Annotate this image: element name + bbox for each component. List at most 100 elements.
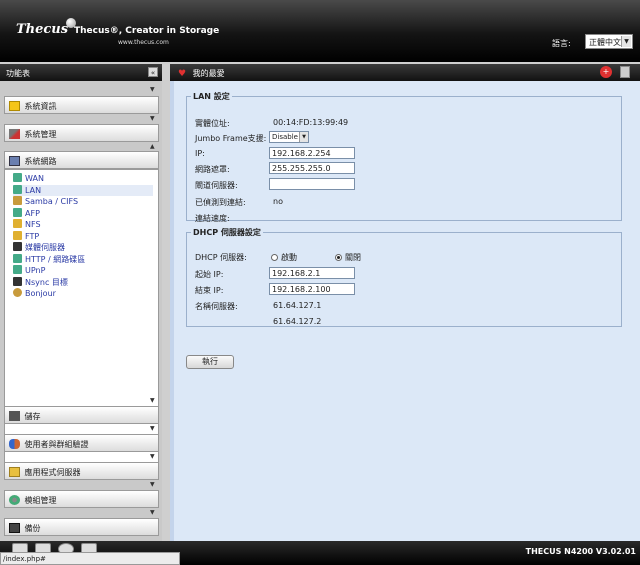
ftp-icon <box>13 231 22 240</box>
sidebar-section-network[interactable]: 系統網路 <box>4 151 159 169</box>
info-icon <box>9 101 20 111</box>
radio-on-icon <box>335 254 342 261</box>
dns-secondary-value: 61.64.127.2 <box>273 317 322 326</box>
nfs-icon <box>13 219 22 228</box>
item-label: AFP <box>25 209 40 218</box>
nsync-icon <box>13 277 22 286</box>
sidebar-section-users[interactable]: 使用者與群組驗證 <box>4 434 159 452</box>
menu-title-bar: 功能表 « <box>0 64 162 81</box>
logout-icon[interactable] <box>620 66 630 78</box>
collapse-menu-icon[interactable]: « <box>148 67 158 77</box>
sidebar-item-bonjour[interactable]: Bonjour <box>13 288 56 299</box>
radio-off-icon <box>271 254 278 261</box>
storage-icon <box>9 411 20 421</box>
sidebar-section-system-admin[interactable]: 系統管理 <box>4 124 159 142</box>
add-favorite-icon[interactable]: + <box>600 66 612 78</box>
chevron-down-icon[interactable]: ▼ <box>150 397 155 404</box>
upnp-icon <box>13 265 22 274</box>
section-label: 使用者與群組驗證 <box>24 440 89 449</box>
ip-field[interactable]: 192.168.2.254 <box>269 147 355 159</box>
end-ip-field[interactable]: 192.168.2.100 <box>269 283 355 295</box>
lan-icon <box>13 185 22 194</box>
link-speed-label: 連結速度: <box>195 214 230 223</box>
dhcp-enable-radio[interactable]: 啟動 <box>271 252 297 263</box>
chevron-down-icon[interactable]: ▼ <box>150 86 155 93</box>
start-ip-field[interactable]: 192.168.2.1 <box>269 267 355 279</box>
item-label: WAN <box>25 174 44 183</box>
favorites-title: 我的最愛 <box>192 69 225 78</box>
sidebar: ▼ 系統資訊 ▼ 系統管理 ▲ 系統網路 WAN LAN Samba / CIF… <box>0 81 162 541</box>
sidebar-item-nsync[interactable]: Nsync 目標 <box>13 277 68 288</box>
sidebar-item-upnp[interactable]: UPnP <box>13 265 45 276</box>
network-submenu: WAN LAN Samba / CIFS AFP NFS FTP 媒體伺服器 H… <box>4 169 159 475</box>
item-label: HTTP / 網路碟區 <box>25 255 86 264</box>
chevron-down-icon[interactable]: ▼ <box>150 481 155 488</box>
heart-icon: ♥ <box>178 69 187 79</box>
section-label: 系統管理 <box>24 130 57 139</box>
mac-value: 00:14:FD:13:99:49 <box>273 118 349 127</box>
menu-title: 功能表 <box>6 69 30 78</box>
netmask-label: 網路遮罩: <box>195 165 230 174</box>
end-ip-label: 結束 IP: <box>195 286 224 295</box>
jumbo-value: Disable <box>272 133 298 141</box>
jumbo-frame-select[interactable]: Disable ▼ <box>269 131 309 143</box>
netmask-field[interactable]: 255.255.255.0 <box>269 162 355 174</box>
disable-label: 關閉 <box>345 253 361 262</box>
tools-icon <box>9 129 20 139</box>
sidebar-section-storage[interactable]: 儲存 <box>4 406 159 424</box>
mac-label: 實體位址: <box>195 119 230 128</box>
sidebar-item-nfs[interactable]: NFS <box>13 219 41 230</box>
lan-legend: LAN 設定 <box>193 92 230 101</box>
lan-settings-group: LAN 設定 實體位址: 00:14:FD:13:99:49 Jumbo Fra… <box>186 91 622 223</box>
sidebar-item-wan[interactable]: WAN <box>13 173 44 184</box>
language-value: 正體中文 <box>589 38 621 47</box>
chevron-down-icon: ▼ <box>621 36 631 47</box>
ip-label: IP: <box>195 149 205 158</box>
item-label: FTP <box>25 232 40 241</box>
jumbo-label: Jumbo Frame支援: <box>195 134 267 143</box>
gateway-field[interactable] <box>269 178 355 190</box>
network-icon <box>9 156 20 166</box>
dns-label: 名稱伺服器: <box>195 302 238 311</box>
sidebar-item-media-server[interactable]: 媒體伺服器 <box>13 242 65 253</box>
dhcp-settings-group: DHCP 伺服器設定 DHCP 伺服器: 啟動 關閉 起始 IP: 192.16… <box>186 227 622 327</box>
chevron-down-icon[interactable]: ▼ <box>150 425 155 432</box>
tagline: Thecus®, Creator in Storage <box>74 26 220 36</box>
sidebar-item-samba[interactable]: Samba / CIFS <box>13 196 78 207</box>
backup-icon <box>9 523 20 533</box>
gear-icon <box>9 495 20 505</box>
section-label: 系統資訊 <box>24 102 57 111</box>
sidebar-section-modules[interactable]: 模組管理 <box>4 490 159 508</box>
tagline-url: www.thecus.com <box>118 39 169 46</box>
dhcp-disable-radio[interactable]: 關閉 <box>335 252 361 263</box>
header-bar: Thecus Thecus®, Creator in Storage www.t… <box>0 0 640 62</box>
content-panel: LAN 設定 實體位址: 00:14:FD:13:99:49 Jumbo Fra… <box>170 81 640 541</box>
apply-button[interactable]: 執行 <box>186 355 234 369</box>
sidebar-item-http[interactable]: HTTP / 網路碟區 <box>13 254 85 265</box>
item-label: 媒體伺服器 <box>25 243 65 252</box>
chevron-up-icon[interactable]: ▲ <box>150 143 155 150</box>
language-select[interactable]: 正體中文 ▼ <box>585 34 633 49</box>
wan-icon <box>13 173 22 182</box>
section-label: 儲存 <box>24 412 41 421</box>
sidebar-item-afp[interactable]: AFP <box>13 208 40 219</box>
section-label: 備份 <box>24 524 41 533</box>
chevron-down-icon[interactable]: ▼ <box>150 115 155 122</box>
sidebar-section-system-info[interactable]: 系統資訊 <box>4 96 159 114</box>
chevron-down-icon[interactable]: ▼ <box>150 453 155 460</box>
start-ip-label: 起始 IP: <box>195 270 224 279</box>
section-label: 系統網路 <box>24 157 57 166</box>
item-label: Nsync 目標 <box>25 278 68 287</box>
sidebar-section-backup[interactable]: 備份 <box>4 518 159 536</box>
sidebar-section-app-server[interactable]: 應用程式伺服器 <box>4 462 159 480</box>
dns-primary-value: 61.64.127.1 <box>273 301 322 310</box>
gateway-label: 閘道伺服器: <box>195 181 238 190</box>
item-label: NFS <box>25 220 41 229</box>
firmware-version: THECUS N4200 V3.02.01 <box>525 547 636 556</box>
sidebar-item-lan[interactable]: LAN <box>13 185 153 196</box>
sidebar-item-ftp[interactable]: FTP <box>13 231 39 242</box>
users-icon <box>9 439 20 449</box>
chevron-down-icon[interactable]: ▼ <box>150 509 155 516</box>
media-server-icon <box>13 242 22 251</box>
dhcp-label: DHCP 伺服器: <box>195 253 247 262</box>
